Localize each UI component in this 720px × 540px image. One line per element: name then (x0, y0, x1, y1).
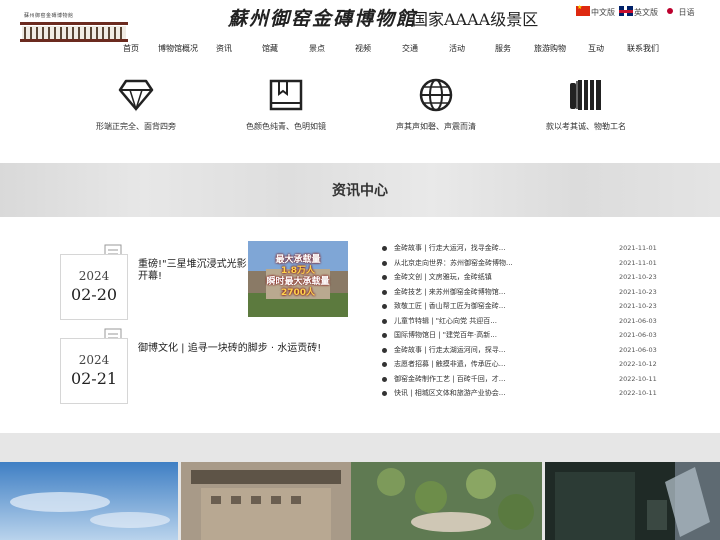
cn-flag-icon (576, 4, 590, 16)
book-icon (269, 79, 303, 111)
scenic-rating: 国家AAAA级景区 (412, 10, 539, 29)
nav-attractions[interactable]: 景点 (309, 43, 325, 54)
list-item[interactable]: 志愿者招募 | 触摸非遗，传承匠心... 2022-10-12 (382, 359, 657, 371)
news-day: 02-21 (70, 369, 118, 388)
featured-news-title[interactable]: 重磅!"三星堆沉浸式光影开幕! (138, 259, 248, 283)
feature-label: 色颜色纯青、色明如镜 (246, 122, 326, 131)
building-logo-icon (20, 22, 128, 42)
site-header: 蘇州御窑金磚博物館 蘇州御窑金磚博物館 国家AAAA级景区 中文版 英文版 (0, 0, 720, 62)
main-nav: 首页 博物馆概况 资讯 馆藏 景点 视频 交通 活动 服务 旅游购物 互动 联系… (110, 43, 720, 57)
list-item[interactable]: 国际博物馆日 | "建党百年·高新... 2021-06-03 (382, 330, 657, 342)
bullet-icon (382, 333, 387, 338)
bullet-icon (382, 260, 387, 266)
bullet-icon (382, 275, 387, 280)
list-item[interactable]: 御窑金砖制作工艺 | 百砖千回，才... 2022-10-11 (382, 374, 657, 386)
nav-shopping[interactable]: 旅游购物 (534, 43, 566, 54)
bullet-icon (382, 246, 387, 251)
nav-news[interactable]: 资讯 (216, 43, 232, 54)
news-day: 02-20 (70, 285, 118, 304)
featured-news-title[interactable]: 御博文化 | 追寻一块砖的脚步 · 水运贡砖! (138, 343, 338, 355)
feature-label: 款以考其诚、物勒工名 (546, 122, 626, 131)
museum-logo[interactable]: 蘇州御窑金磚博物館 (20, 12, 128, 42)
nav-collection[interactable]: 馆藏 (262, 43, 278, 54)
brand-title: 蘇州御窑金磚博物館 (228, 8, 418, 30)
lang-english[interactable]: 英文版 (619, 6, 659, 18)
list-item[interactable]: 快讯 | 相城区文体和旅游产业协会... 2022-10-11 (382, 388, 657, 400)
jp-flag-icon (665, 6, 675, 16)
scroll-icon (570, 80, 601, 110)
feature-color: 色颜色纯青、色明如镜 (211, 78, 361, 132)
news-date-box: 2024 02-21 (60, 338, 128, 404)
bullet-icon (382, 376, 387, 382)
bullet-icon (382, 304, 387, 309)
news-section-banner: 资讯中心 (0, 163, 720, 217)
list-item[interactable]: 金砖文创 | 文房雅玩，金砖纸镇 2021-10-23 (382, 272, 657, 284)
list-item[interactable]: 金砖故事 | 行走大运河，找寻金砖... 2021-11-01 (382, 243, 657, 255)
bullet-icon (382, 347, 387, 353)
lang-japanese[interactable]: 日语 (665, 6, 695, 18)
list-item[interactable]: 金砖技艺 | 来苏州御窑金砖博物馆... 2021-10-23 (382, 287, 657, 299)
feature-sound: 声其声如磬、声震而清 (361, 78, 511, 132)
nav-home[interactable]: 首页 (123, 43, 139, 54)
bullet-icon (382, 391, 387, 396)
nav-transport[interactable]: 交通 (402, 43, 418, 54)
list-item[interactable]: 从北京走向世界：苏州御窑金砖博物... 2021-11-01 (382, 258, 657, 270)
nav-services[interactable]: 服务 (495, 43, 511, 54)
capacity-notice-image[interactable]: 最大承载量 1.8万人 瞬时最大承载量 2700人 (248, 241, 348, 317)
nav-overview[interactable]: 博物馆概况 (158, 43, 198, 54)
list-item[interactable]: 儿童节特辑 | "红心向党 共迎百... 2021-06-03 (382, 316, 657, 328)
feature-shape: 形端正完全、面背四旁 (61, 78, 211, 132)
nav-interactive[interactable]: 互动 (588, 43, 604, 54)
diamond-icon (118, 79, 154, 112)
sky-photo (0, 462, 178, 540)
feature-label: 声其声如磬、声震而清 (396, 122, 476, 131)
gallery-photo-sky[interactable] (0, 462, 178, 540)
news-year: 2024 (78, 269, 110, 283)
gallery-photo-exhibit[interactable] (545, 462, 720, 540)
bullet-icon (382, 318, 387, 324)
nav-events[interactable]: 活动 (449, 43, 465, 54)
feature-label: 形端正完全、面背四旁 (96, 122, 176, 131)
nav-video[interactable]: 视频 (355, 43, 371, 54)
nav-contact[interactable]: 联系我们 (627, 43, 659, 54)
exhibit-photo (545, 462, 720, 540)
capacity-text: 最大承载量 1.8万人 瞬时最大承载量 2700人 (266, 255, 330, 298)
list-item[interactable]: 致敬工匠 | 香山帮工匠为御窑金砖... 2021-10-23 (382, 301, 657, 313)
news-date-box: 2024 02-20 (60, 254, 128, 320)
museum-aerial-photo (181, 462, 542, 540)
globe-icon (419, 78, 453, 112)
feature-inscription: 款以考其诚、物勒工名 (511, 78, 661, 132)
bullet-icon (382, 289, 387, 295)
news-year: 2024 (78, 353, 110, 367)
logo-text: 蘇州御窑金磚博物館 (24, 13, 74, 19)
gallery-photo-museum[interactable] (181, 462, 542, 540)
list-item[interactable]: 金砖故事 | 行走太湖运河间，探寻... 2021-06-03 (382, 345, 657, 357)
lang-chinese[interactable]: 中文版 (576, 4, 615, 18)
uk-flag-icon (619, 6, 633, 16)
news-section-title: 资讯中心 (332, 183, 388, 199)
bullet-icon (382, 362, 387, 367)
